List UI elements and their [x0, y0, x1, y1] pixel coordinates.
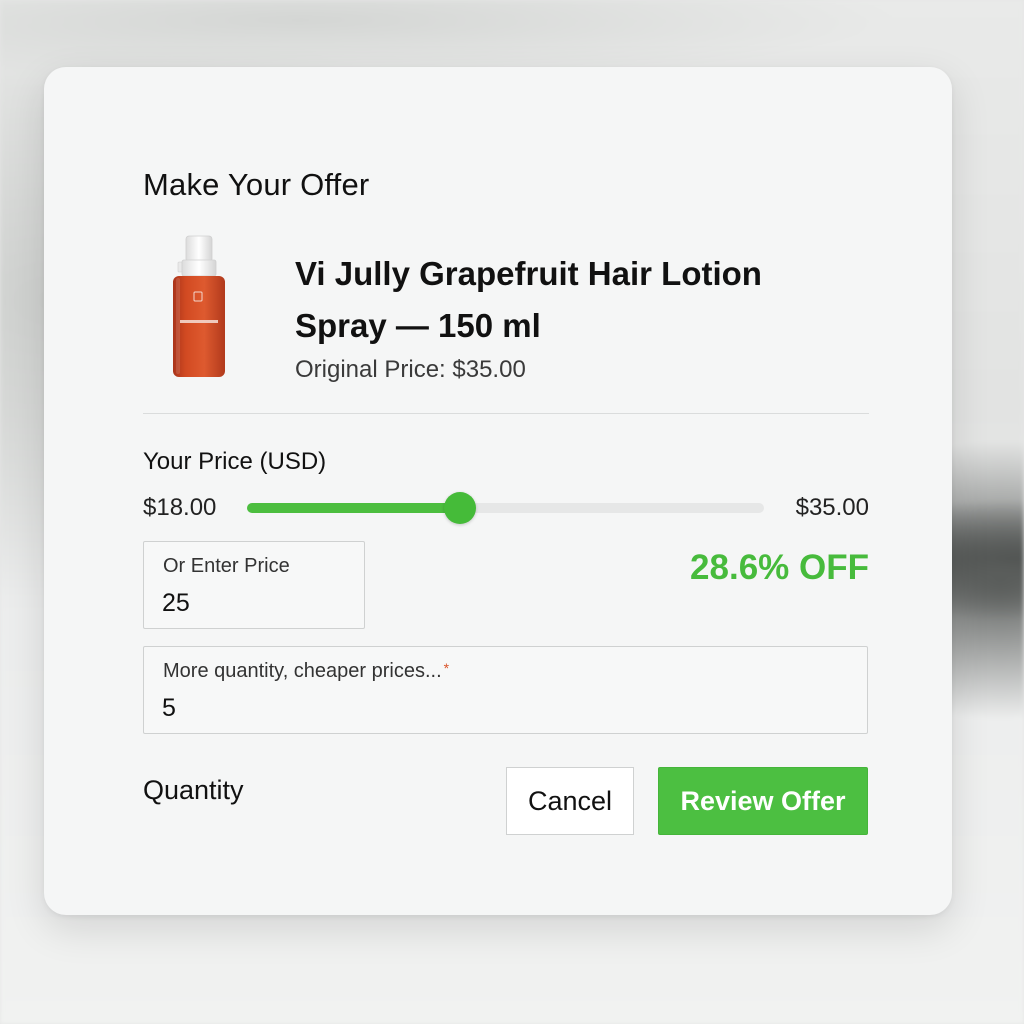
price-slider-thumb[interactable] [443, 492, 476, 524]
quantity-label: Quantity [143, 775, 244, 805]
price-input-field[interactable]: Or Enter Price 25 [143, 541, 365, 629]
product-image [173, 235, 225, 377]
price-input-label: Or Enter Price [163, 555, 290, 577]
original-price: Original Price: $35.00 [295, 356, 526, 383]
price-input-value[interactable]: 25 [162, 589, 190, 618]
cancel-button[interactable]: Cancel [506, 767, 634, 835]
quantity-input-label: More quantity, cheaper prices... * [163, 660, 449, 683]
divider [143, 413, 869, 414]
price-slider-fill [247, 503, 460, 513]
price-slider[interactable] [247, 492, 764, 524]
product-name: Vi Jully Grapefruit Hair Lotion Spray — … [295, 255, 762, 344]
discount-badge: 28.6% OFF [690, 548, 869, 587]
quantity-input-field[interactable]: More quantity, cheaper prices... * 5 [143, 646, 868, 734]
offer-dialog: Make Your Offer Vi Jully Grapefruit Hair… [44, 67, 952, 915]
your-price-label: Your Price (USD) [143, 448, 327, 475]
slider-max-label: $35.00 [795, 494, 869, 521]
required-mark: * [443, 660, 450, 676]
review-offer-button[interactable]: Review Offer [658, 767, 868, 835]
quantity-input-label-text: More quantity, cheaper prices... [163, 660, 442, 682]
slider-min-label: $18.00 [143, 494, 217, 521]
dialog-title: Make Your Offer [143, 167, 370, 202]
quantity-input-value[interactable]: 5 [162, 694, 176, 723]
